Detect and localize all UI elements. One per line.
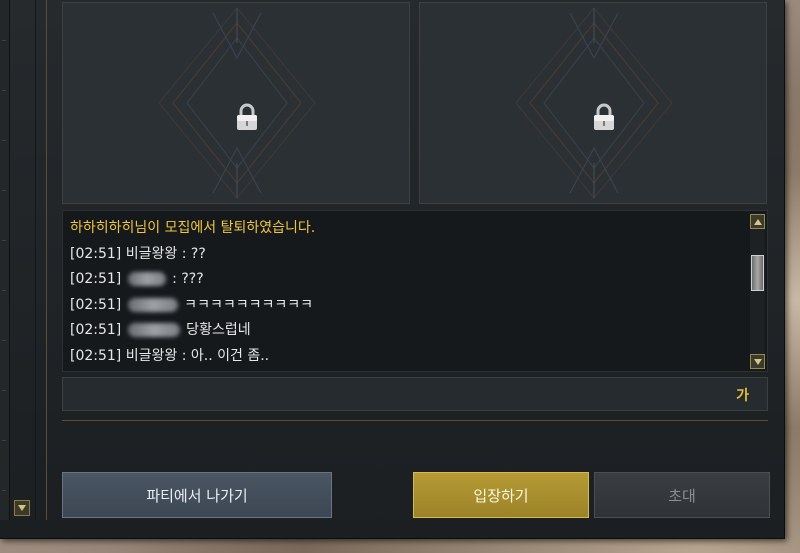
chat-sender[interactable]: 비글왕왕 bbox=[126, 348, 178, 364]
blurred-sender-name bbox=[127, 297, 178, 312]
chat-system-message: 하하히하히님이 모집에서 탈퇴하였습니다. bbox=[70, 220, 316, 236]
party-slot-2 bbox=[419, 2, 767, 204]
chat-text: ㅋㅋㅋㅋㅋㅋㅋㅋㅋㅋ bbox=[179, 296, 313, 313]
chat-text: : ?? bbox=[177, 245, 206, 262]
party-slot-1 bbox=[62, 2, 410, 204]
chat-message: [02:51] ㅋㅋㅋㅋㅋㅋㅋㅋㅋㅋ bbox=[70, 293, 743, 319]
chat-time: [02:51] bbox=[70, 296, 122, 313]
left-side-panel bbox=[0, 0, 10, 520]
chat-time: [02:51] bbox=[70, 271, 122, 287]
enter-button[interactable]: 입장하기 bbox=[413, 472, 589, 518]
blurred-sender-name bbox=[127, 272, 166, 286]
left-scroll-down-button[interactable] bbox=[14, 500, 30, 516]
font-size-toggle[interactable]: 가 bbox=[736, 385, 749, 405]
chat-sender[interactable]: 비글왕왕 bbox=[126, 246, 178, 262]
blurred-sender-name bbox=[127, 323, 180, 337]
chat-text: : 아.. 이건 좀.. bbox=[177, 347, 270, 364]
scroll-thumb[interactable] bbox=[751, 255, 764, 291]
chat-message: [02:51] 당황스럽네 bbox=[70, 318, 743, 344]
chat-message: [02:51] 비글왕왕 : 아.. 이건 좀.. bbox=[70, 344, 743, 370]
chat-text: 당황스럽네 bbox=[181, 322, 251, 338]
chat-time: [02:51] bbox=[70, 347, 122, 364]
party-window: 하하히하히님이 모집에서 탈퇴하였습니다. [02:51] 비글왕왕 : ?? … bbox=[0, 0, 785, 539]
divider bbox=[46, 0, 47, 520]
scroll-down-button[interactable] bbox=[750, 354, 765, 369]
divider bbox=[35, 0, 36, 520]
chat-scrollbar[interactable] bbox=[750, 214, 765, 369]
leave-party-button[interactable]: 파티에서 나가기 bbox=[62, 472, 332, 518]
chat-message: [02:51] : ??? bbox=[70, 267, 743, 293]
chat-time: [02:51] bbox=[70, 245, 122, 262]
divider bbox=[62, 420, 768, 421]
chat-lines: 하하히하히님이 모집에서 탈퇴하였습니다. [02:51] 비글왕왕 : ?? … bbox=[70, 216, 743, 369]
scroll-up-button[interactable] bbox=[750, 214, 765, 229]
chat-text: : ??? bbox=[167, 271, 204, 287]
chat-message: [02:51] 비글왕왕 : ?? bbox=[70, 242, 743, 268]
chat-input[interactable]: 가 bbox=[62, 377, 768, 411]
chat-time: [02:51] bbox=[70, 322, 122, 338]
chat-log[interactable]: 하하히하히님이 모집에서 탈퇴하였습니다. [02:51] 비글왕왕 : ?? … bbox=[62, 210, 768, 372]
invite-button[interactable]: 초대 bbox=[594, 472, 770, 518]
